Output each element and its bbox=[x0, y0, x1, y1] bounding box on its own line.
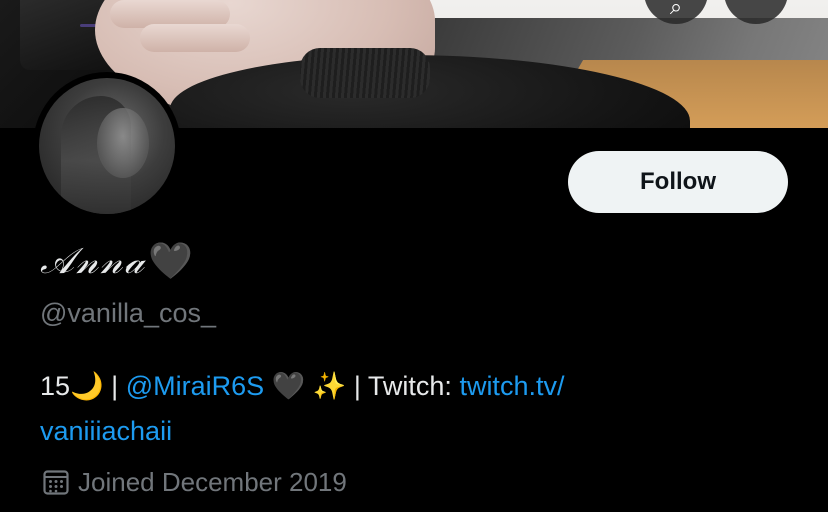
follow-button[interactable]: Follow bbox=[568, 151, 788, 213]
twitch-link-continued[interactable]: vaniiiachaii bbox=[40, 416, 172, 446]
avatar-image bbox=[39, 78, 175, 214]
bio-age: 15🌙 bbox=[40, 371, 104, 401]
search-icon: ⌕ bbox=[669, 0, 683, 19]
bio-emojis: 🖤 ✨ bbox=[264, 371, 347, 401]
mention-link[interactable]: @MiraiR6S bbox=[126, 371, 264, 401]
avatar[interactable] bbox=[33, 72, 181, 220]
twitch-label: Twitch: bbox=[367, 371, 460, 401]
display-name-text: 𝒜𝓃𝓃𝒶 bbox=[40, 241, 147, 282]
display-name: 𝒜𝓃𝓃𝒶🖤 bbox=[40, 240, 195, 290]
twitch-link[interactable]: twitch.tv/ bbox=[459, 371, 564, 401]
calendar-icon bbox=[43, 470, 69, 495]
bio-separator: | bbox=[346, 371, 368, 401]
black-heart-emoji: 🖤 bbox=[148, 241, 196, 282]
profile-bio: 15🌙 | @MiraiR6S 🖤 ✨ | Twitch: twitch.tv/… bbox=[40, 364, 800, 454]
joined-date: Joined December 2019 bbox=[42, 464, 347, 500]
profile-screen: ⌕ Follow 𝒜𝓃𝓃𝒶🖤 @vanilla_cos_ 15🌙 | @Mira… bbox=[0, 0, 828, 512]
bio-separator: | bbox=[103, 371, 126, 401]
joined-text: Joined December 2019 bbox=[78, 466, 347, 497]
user-handle: @vanilla_cos_ bbox=[40, 298, 217, 328]
